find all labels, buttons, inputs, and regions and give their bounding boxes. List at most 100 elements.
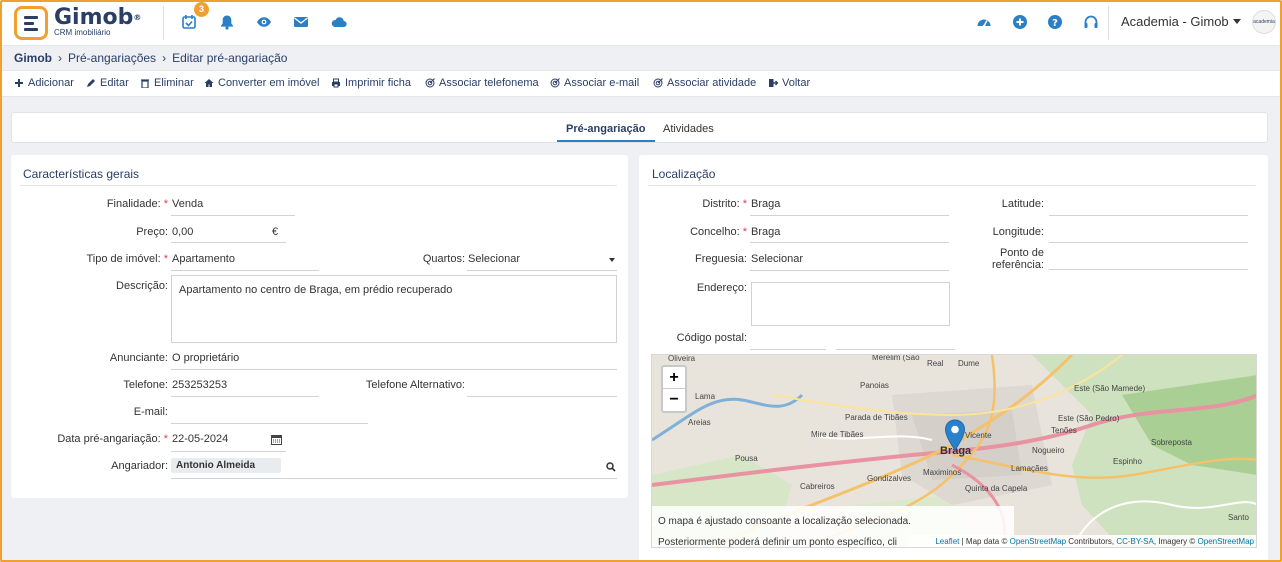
latitude-input[interactable] <box>1049 215 1248 216</box>
freguesia-select[interactable]: Selecionar <box>751 253 803 265</box>
preco-input[interactable]: 0,00 <box>172 226 193 238</box>
delete-button-label: Eliminar <box>154 77 194 89</box>
associate-email-button[interactable]: Associar e-mail <box>550 77 639 89</box>
chevron-right-icon: › <box>162 51 167 65</box>
endereco-textarea[interactable] <box>751 282 950 326</box>
location-map[interactable]: Oliveira Merelim (São Real Dume Este (Sã… <box>651 354 1257 548</box>
avatar[interactable]: academia <box>1252 10 1276 34</box>
angariador-chip[interactable]: Antonio Almeida <box>171 458 281 473</box>
general-title: Características gerais <box>23 167 140 181</box>
map-attribution: Leaflet | Map data © OpenStreetMap Contr… <box>909 535 1256 547</box>
map-label: Cabreiros <box>800 482 835 491</box>
distrito-label: Distrito: * <box>702 198 747 210</box>
longitude-label: Longitude: <box>992 226 1044 238</box>
plus-icon <box>15 79 23 87</box>
codigo-postal-input-2[interactable] <box>836 349 955 350</box>
printer-icon <box>332 78 340 88</box>
tipo-label: Tipo de imóvel: * <box>86 253 168 265</box>
map-label: Espinho <box>1113 457 1142 466</box>
divider <box>163 6 164 40</box>
tab-bar: Pré-angariação Atividades <box>11 112 1268 143</box>
anunciante-field[interactable]: O proprietário <box>172 352 239 364</box>
field-underline <box>171 215 295 216</box>
print-button[interactable]: Imprimir ficha <box>331 77 411 89</box>
zoom-in-button[interactable]: + <box>663 367 685 389</box>
field-underline <box>750 215 949 216</box>
cloud-icon[interactable] <box>329 12 349 32</box>
map-label: Quinta da Capela <box>965 484 1028 493</box>
map-label: Real <box>927 359 944 368</box>
breadcrumb-current: Editar pré-angariação <box>172 51 288 65</box>
quartos-label: Quartos: <box>422 253 465 265</box>
associate-phone-button[interactable]: Associar telefonema <box>425 77 539 89</box>
longitude-input[interactable] <box>1049 242 1248 243</box>
associate-activity-button[interactable]: Associar atividade <box>653 77 756 89</box>
back-button[interactable]: Voltar <box>768 77 810 89</box>
map-label: Areias <box>688 418 711 427</box>
eye-icon[interactable] <box>254 12 274 32</box>
breadcrumb-pre-angariacoes[interactable]: Pré-angariações <box>68 51 156 65</box>
data-input[interactable]: 22-05-2024 <box>172 433 228 445</box>
angariador-label: Angariador: <box>111 460 168 472</box>
field-underline <box>171 451 286 452</box>
field-underline <box>171 396 319 397</box>
headset-icon[interactable] <box>1081 12 1101 32</box>
map-label: Merelim (São <box>872 354 920 362</box>
map-label: Este (São Mamede) <box>1074 384 1146 393</box>
convert-button[interactable]: Converter em imóvel <box>204 77 319 89</box>
edit-button[interactable]: Editar <box>86 77 129 89</box>
osm-link[interactable]: OpenStreetMap <box>1010 537 1066 546</box>
add-button[interactable]: Adicionar <box>14 77 74 89</box>
osm-imagery-link[interactable]: OpenStreetMap <box>1198 537 1254 546</box>
target-icon <box>653 78 663 88</box>
distrito-select[interactable]: Braga <box>751 198 780 210</box>
finalidade-label: Finalidade: * <box>106 198 168 210</box>
concelho-label: Concelho: * <box>690 226 747 238</box>
divider <box>20 185 617 186</box>
cc-link[interactable]: CC-BY-SA <box>1116 537 1154 546</box>
company-selector[interactable]: Academia - Gimob <box>1121 14 1229 29</box>
delete-button[interactable]: Eliminar <box>140 77 194 89</box>
pencil-icon <box>87 79 95 87</box>
convert-button-label: Converter em imóvel <box>218 77 320 89</box>
tab-atividades[interactable]: Atividades <box>663 123 714 135</box>
help-icon[interactable]: ? <box>1045 12 1065 32</box>
edit-button-label: Editar <box>100 77 129 89</box>
plus-circle-icon[interactable] <box>1010 12 1030 32</box>
email-label: E-mail: <box>133 406 168 418</box>
descricao-textarea[interactable]: Apartamento no centro de Braga, em prédi… <box>171 275 617 343</box>
trash-icon <box>141 79 149 88</box>
caret-down-icon[interactable] <box>609 258 615 262</box>
search-icon[interactable] <box>606 462 616 472</box>
tab-pre-angariacao[interactable]: Pré-angariação <box>566 123 645 135</box>
caret-down-icon[interactable] <box>1233 19 1241 24</box>
svg-text:?: ? <box>1052 18 1058 29</box>
app-logo[interactable]: Gimob® CRM imobiliário <box>14 6 141 40</box>
field-underline <box>171 369 617 370</box>
dashboard-icon[interactable] <box>974 12 994 32</box>
calendar-icon[interactable] <box>271 434 282 445</box>
tipo-field[interactable]: Apartamento <box>172 253 235 265</box>
field-underline <box>467 270 617 271</box>
quartos-select[interactable]: Selecionar <box>468 253 520 265</box>
mail-icon[interactable] <box>291 12 311 32</box>
home-icon <box>204 79 214 87</box>
concelho-select[interactable]: Braga <box>751 226 780 238</box>
map-label: Lamaçães <box>1011 464 1048 473</box>
codigo-postal-input-1[interactable] <box>750 349 826 350</box>
target-icon <box>425 78 435 88</box>
finalidade-field[interactable]: Venda <box>172 198 203 210</box>
leaflet-link[interactable]: Leaflet <box>935 537 959 546</box>
map-label: Este (São Pedro) <box>1058 414 1120 423</box>
target-icon <box>550 78 560 88</box>
map-marker-icon[interactable] <box>944 419 966 451</box>
bell-icon[interactable] <box>217 12 237 32</box>
breadcrumb: Gimob › Pré-angariações › Editar pré-ang… <box>14 51 287 65</box>
breadcrumb-root[interactable]: Gimob <box>14 51 52 65</box>
zoom-out-button[interactable]: − <box>663 389 685 411</box>
ponto-referencia-input[interactable] <box>1049 269 1248 270</box>
ponto-referencia-label: Ponto de referência: <box>992 247 1044 271</box>
telefone-input[interactable]: 253253253 <box>172 379 227 391</box>
print-button-label: Imprimir ficha <box>345 77 412 89</box>
endereco-label: Endereço: <box>696 282 747 294</box>
